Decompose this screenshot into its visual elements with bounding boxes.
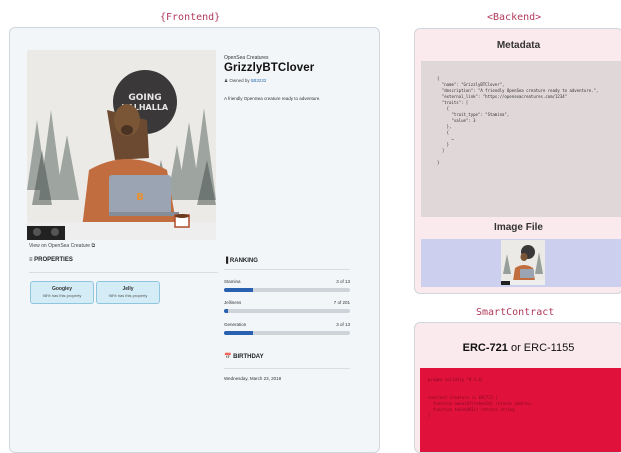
ranking-bar	[224, 288, 350, 292]
contract-code: pragma solidity ^0.5.0; contract Creatur…	[428, 377, 532, 418]
collection-name[interactable]: OpenSea Creatures	[224, 55, 268, 61]
metadata-json-box: { "name": "GrizzlyBTClover", "descriptio…	[421, 61, 621, 217]
frontend-label: {Frontend}	[160, 12, 221, 23]
birthday-divider	[224, 368, 350, 369]
metadata-title: Metadata	[496, 40, 541, 51]
nft-title: GrizzlyBTClover	[224, 62, 315, 74]
ranking-bar-fill	[224, 288, 253, 292]
or-label: or	[507, 342, 524, 354]
ranking-heading: ▐ RANKING	[224, 258, 258, 264]
owner-line: ♟ Owned by 5B3232	[224, 78, 266, 84]
ranking-label: Jelliness	[224, 300, 242, 305]
ranking-bar-fill	[224, 309, 229, 313]
ranking-label: Stamina	[224, 279, 241, 284]
property-rarity: 98% has this property	[42, 293, 82, 298]
birthday-date: Wednesday, March 23, 2018	[224, 376, 282, 381]
ranking-label: Generation	[224, 322, 247, 327]
nft-image: GOING VALHALLA B	[27, 50, 216, 240]
properties-heading: ≡ PROPERTIES	[29, 257, 73, 263]
ranking-count: 3 of 13	[336, 322, 350, 327]
person-icon: ♟	[224, 78, 229, 83]
property-rarity: 98% has this property	[108, 293, 148, 298]
metadata-json: { "name": "GrizzlyBTClover", "descriptio…	[437, 76, 599, 165]
ranking-bar	[224, 331, 350, 335]
ranking-row: Jelliness 7 of 201	[224, 300, 350, 313]
property-value: Jelly	[122, 286, 134, 292]
image-file-thumbnail	[501, 240, 545, 285]
image-file-title: Image File	[494, 222, 543, 233]
frontend-panel: GOING VALHALLA B View on OpenSea Creatur…	[9, 27, 380, 453]
sign-text-line1: GOING	[128, 93, 161, 103]
nft-description: A friendly OpenSea creature ready to adv…	[224, 96, 321, 101]
view-on-opensea-link[interactable]: View on OpenSea Creature ⧉	[29, 243, 95, 249]
owned-by-label: Owned by	[229, 78, 250, 83]
nft-illustration: GOING VALHALLA B	[27, 50, 216, 240]
image-file-box	[421, 239, 621, 287]
erc721-label: ERC-721	[462, 342, 508, 354]
ranking-count: 3 of 13	[336, 279, 350, 284]
property-card[interactable]: Jelly 98% has this property	[96, 281, 160, 304]
contract-code-box: pragma solidity ^0.5.0; contract Creatur…	[420, 368, 621, 452]
smart-contract-label: SmartContract	[476, 307, 555, 318]
ranking-bar-fill	[224, 331, 253, 335]
smart-contract-panel: ERC-721 or ERC-1155 pragma solidity ^0.5…	[414, 322, 621, 453]
svg-text:B: B	[136, 192, 144, 203]
ranking-count: 7 of 201	[333, 300, 350, 305]
contract-standard-title: ERC-721 or ERC-1155	[415, 342, 621, 354]
erc1155-label: ERC-1155	[523, 342, 575, 354]
birthday-heading: 📅 BIRTHDAY	[224, 354, 264, 360]
property-value: Googley	[51, 286, 72, 292]
ranking-row: Generation 3 of 13	[224, 322, 350, 335]
ranking-divider	[224, 269, 350, 270]
metadata-panel: Metadata { "name": "GrizzlyBTClover", "d…	[414, 28, 621, 294]
properties-divider	[29, 272, 218, 273]
ranking-row: Stamina 3 of 13	[224, 279, 350, 292]
backend-label: <Backend>	[487, 12, 542, 23]
property-card[interactable]: Googley 98% has this property	[30, 281, 94, 304]
ranking-bar	[224, 309, 350, 313]
owner-link[interactable]: 5B3232	[251, 78, 267, 83]
